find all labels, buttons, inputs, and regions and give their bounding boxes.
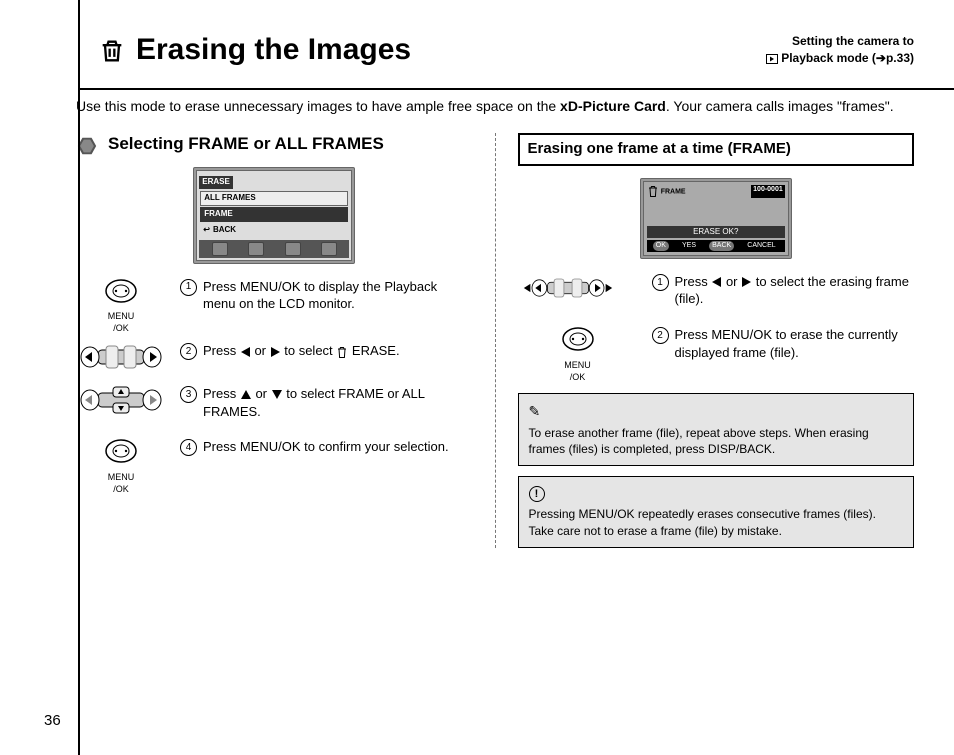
lcd2-footer: OK YES BACK CANCEL <box>647 240 785 251</box>
menu-ok-button-graphic: MENU /OK <box>518 326 638 383</box>
lcd2-cancel: CANCEL <box>744 241 778 250</box>
left-arrow-icon <box>712 277 721 287</box>
trash-icon <box>336 343 348 361</box>
lcd2-back-btn: BACK <box>709 241 734 250</box>
lcd-back-label: BACK <box>213 225 236 236</box>
header-note-line1: Setting the camera to <box>766 33 914 50</box>
lcd-row-all-frames: ALL FRAMES <box>200 191 348 206</box>
step-number-2: 2 <box>652 327 669 344</box>
menu-ok-button-graphic: MENU /OK <box>76 438 166 495</box>
four-way-pad-graphic <box>76 385 166 420</box>
step-number-1: 1 <box>652 274 669 291</box>
lcd2-ok-btn: OK <box>653 241 669 250</box>
right-arrow-icon <box>742 277 751 287</box>
left-heading: Selecting FRAME or ALL FRAMES <box>108 133 384 154</box>
margin-rule-horizontal <box>78 88 954 90</box>
down-arrow-icon <box>272 390 282 399</box>
step-2-text: Press or to select ERASE. <box>203 342 400 360</box>
lcd2-frame: FRAME <box>661 188 686 195</box>
playback-icon <box>766 51 778 65</box>
step-number-1: 1 <box>180 279 197 296</box>
intro-paragraph: Use this mode to erase unnecessary image… <box>76 97 914 116</box>
step-3-text: Press or to select FRAME or ALL FRAMES. <box>203 385 473 420</box>
back-arrow-icon: ↩ <box>203 225 210 236</box>
right-step-1-text: Press or to select the erasing frame (fi… <box>675 273 915 308</box>
up-arrow-icon <box>241 390 251 399</box>
left-arrow-icon <box>241 347 250 357</box>
page-number: 36 <box>44 711 61 731</box>
lcd2-file: 100-0001 <box>751 185 785 198</box>
trash-icon <box>647 185 659 198</box>
header-note: Setting the camera to Playback mode (➔p.… <box>766 33 914 67</box>
right-arrow-icon <box>271 347 280 357</box>
page-title-text: Erasing the Images <box>136 30 411 71</box>
trash-icon <box>98 36 126 64</box>
menu-ok-label: MENU /OK <box>104 471 138 495</box>
caution-icon: ! <box>529 486 545 502</box>
menu-ok-button-graphic: MENU /OK <box>76 278 166 335</box>
lcd-confirm-screen: FRAME 100-0001 ERASE OK? OK YES BACK CANCE… <box>640 178 792 259</box>
intro-pre: Use this mode to erase unnecessary image… <box>76 98 560 114</box>
column-divider <box>495 133 496 547</box>
note-box: ✎ To erase another frame (file), repeat … <box>518 393 915 466</box>
lcd2-erase-ok: ERASE OK? <box>647 226 785 239</box>
lcd-title: ERASE <box>199 176 233 189</box>
margin-rule-vertical <box>78 0 80 755</box>
header-note-line2: Playback mode (➔p.33) <box>781 51 914 65</box>
right-heading: Erasing one frame at a time (FRAME) <box>518 133 915 165</box>
left-right-pad-graphic <box>76 342 166 377</box>
caution-box: ! Pressing MENU/OK repeatedly erases con… <box>518 476 915 548</box>
lcd2-yes: YES <box>679 241 699 250</box>
intro-bold: xD-Picture Card <box>560 98 666 114</box>
lcd-menu-screen: ERASE ALL FRAMES FRAME ↩BACK <box>193 167 355 263</box>
menu-ok-label: MENU /OK <box>104 310 138 334</box>
left-right-pad-graphic <box>518 273 638 308</box>
note-text: To erase another frame (file), repeat ab… <box>529 425 904 457</box>
step-number-3: 3 <box>180 386 197 403</box>
lcd-icon-row <box>199 240 349 258</box>
hand-icon: ✎ <box>529 402 904 421</box>
page-title: Erasing the Images <box>98 30 411 71</box>
lcd-back-row: ↩BACK <box>200 224 348 237</box>
step-4-text: Press MENU/OK to confirm your selection. <box>203 438 449 456</box>
step-1-text: Press MENU/OK to display the Playback me… <box>203 278 473 313</box>
menu-ok-label: MENU /OK <box>561 359 595 383</box>
right-step-2-text: Press MENU/OK to erase the currently dis… <box>675 326 915 361</box>
step-number-4: 4 <box>180 439 197 456</box>
lcd-row-frame: FRAME <box>200 207 348 222</box>
step-number-2: 2 <box>180 343 197 360</box>
intro-post: . Your camera calls images "frames". <box>666 98 894 114</box>
caution-text: Pressing MENU/OK repeatedly erases conse… <box>529 506 904 538</box>
